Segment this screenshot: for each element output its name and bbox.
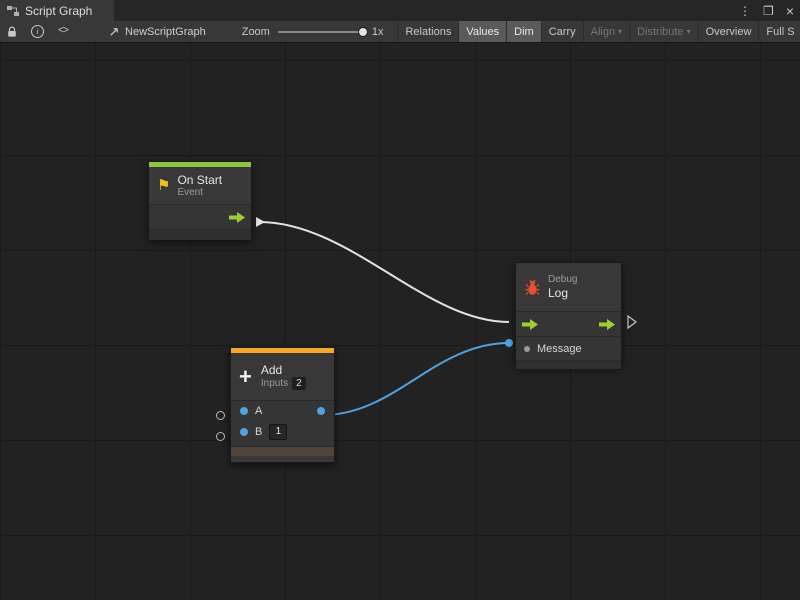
flow-output-port[interactable]	[229, 212, 245, 223]
node-on-start[interactable]: ⚑ On Start Event	[148, 161, 252, 240]
node-kind: Debug	[548, 274, 577, 286]
align-dropdown[interactable]: Align ▾	[583, 21, 629, 43]
graph-asset-breadcrumb[interactable]: NewScriptGraph	[101, 26, 214, 38]
lock-button[interactable]	[0, 21, 24, 43]
value-connection	[323, 343, 509, 415]
chevron-down-icon: ▾	[687, 27, 691, 36]
inputs-label: Inputs	[261, 378, 288, 389]
overview-button[interactable]: Overview	[698, 21, 759, 43]
fullscreen-button[interactable]: Full S	[758, 21, 800, 43]
lock-icon	[7, 26, 17, 38]
add-node-footer	[231, 446, 334, 456]
message-port-label: Message	[537, 343, 582, 355]
connection-wires	[0, 43, 800, 600]
sum-output-port[interactable]	[317, 407, 325, 415]
maximize-icon[interactable]: ❐	[763, 4, 774, 18]
edit-code-button[interactable]: <>	[51, 21, 75, 43]
event-flag-icon: ⚑	[157, 178, 170, 193]
port-a-label: A	[255, 405, 262, 417]
align-label: Align	[591, 26, 615, 38]
node-title: Log	[548, 286, 577, 300]
inspect-button[interactable]: i	[24, 21, 51, 43]
window-menu-icon[interactable]: ⋮	[739, 4, 751, 18]
control-connection	[259, 222, 509, 322]
chevron-down-icon: ▾	[618, 27, 622, 36]
zoom-slider-knob[interactable]	[358, 27, 368, 37]
node-subtitle: Inputs 2	[261, 377, 306, 390]
code-icon: <>	[58, 26, 68, 37]
graph-canvas[interactable]: ⚑ On Start Event Debug Log	[0, 43, 800, 600]
unconnected-port-ring[interactable]	[216, 432, 225, 441]
window-controls: ⋮ ❐ ×	[739, 0, 794, 21]
flow-input-port[interactable]	[522, 319, 538, 330]
toolbar-toggle-group: Relations Values Dim Carry Align ▾ Distr…	[397, 21, 800, 43]
node-title: Add	[261, 363, 306, 377]
distribute-label: Distribute	[637, 26, 683, 38]
zoom-label: Zoom	[242, 26, 270, 38]
input-port-b[interactable]	[240, 428, 248, 436]
zoom-slider[interactable]	[278, 31, 364, 33]
close-icon[interactable]: ×	[786, 3, 794, 19]
values-button[interactable]: Values	[458, 21, 506, 43]
inputs-count-field[interactable]: 2	[292, 377, 306, 390]
unity-script-graph-window: { "window": { "tab": "Script Graph" }, "…	[0, 0, 800, 600]
tab-title: Script Graph	[25, 4, 92, 18]
unconnected-port-ring[interactable]	[216, 411, 225, 420]
input-port-a[interactable]	[240, 407, 248, 415]
node-add[interactable]: + Add Inputs 2 A B 1	[230, 347, 335, 463]
graph-asset-name: NewScriptGraph	[125, 26, 206, 38]
node-debug-log[interactable]: Debug Log Message	[515, 262, 622, 367]
zoom-value: 1x	[372, 26, 384, 38]
node-subtitle: Event	[177, 187, 222, 199]
zoom-control: Zoom 1x	[242, 26, 384, 38]
output-continuation-icon	[628, 316, 636, 328]
relations-button[interactable]: Relations	[397, 21, 458, 43]
connection-start-arrow-icon	[256, 217, 265, 227]
distribute-dropdown[interactable]: Distribute ▾	[629, 21, 697, 43]
port-b-label: B	[255, 426, 262, 438]
flow-output-port[interactable]	[599, 319, 615, 330]
title-bar: Script Graph ⋮ ❐ ×	[0, 0, 800, 21]
info-icon: i	[31, 25, 44, 38]
graph-toolbar: i <> NewScriptGraph Zoom 1x Relations Va…	[0, 21, 800, 43]
add-plus-icon: +	[239, 367, 252, 387]
graph-asset-icon	[109, 26, 120, 37]
dim-button[interactable]: Dim	[506, 21, 541, 43]
message-input-port[interactable]	[524, 346, 530, 352]
value-connection-end-dot	[505, 339, 513, 347]
port-b-value-field[interactable]: 1	[269, 424, 287, 440]
tab-script-graph[interactable]: Script Graph	[0, 0, 114, 21]
bug-icon	[524, 279, 541, 296]
node-title: On Start	[177, 173, 222, 187]
carry-button[interactable]: Carry	[541, 21, 583, 43]
script-graph-icon	[7, 6, 19, 16]
